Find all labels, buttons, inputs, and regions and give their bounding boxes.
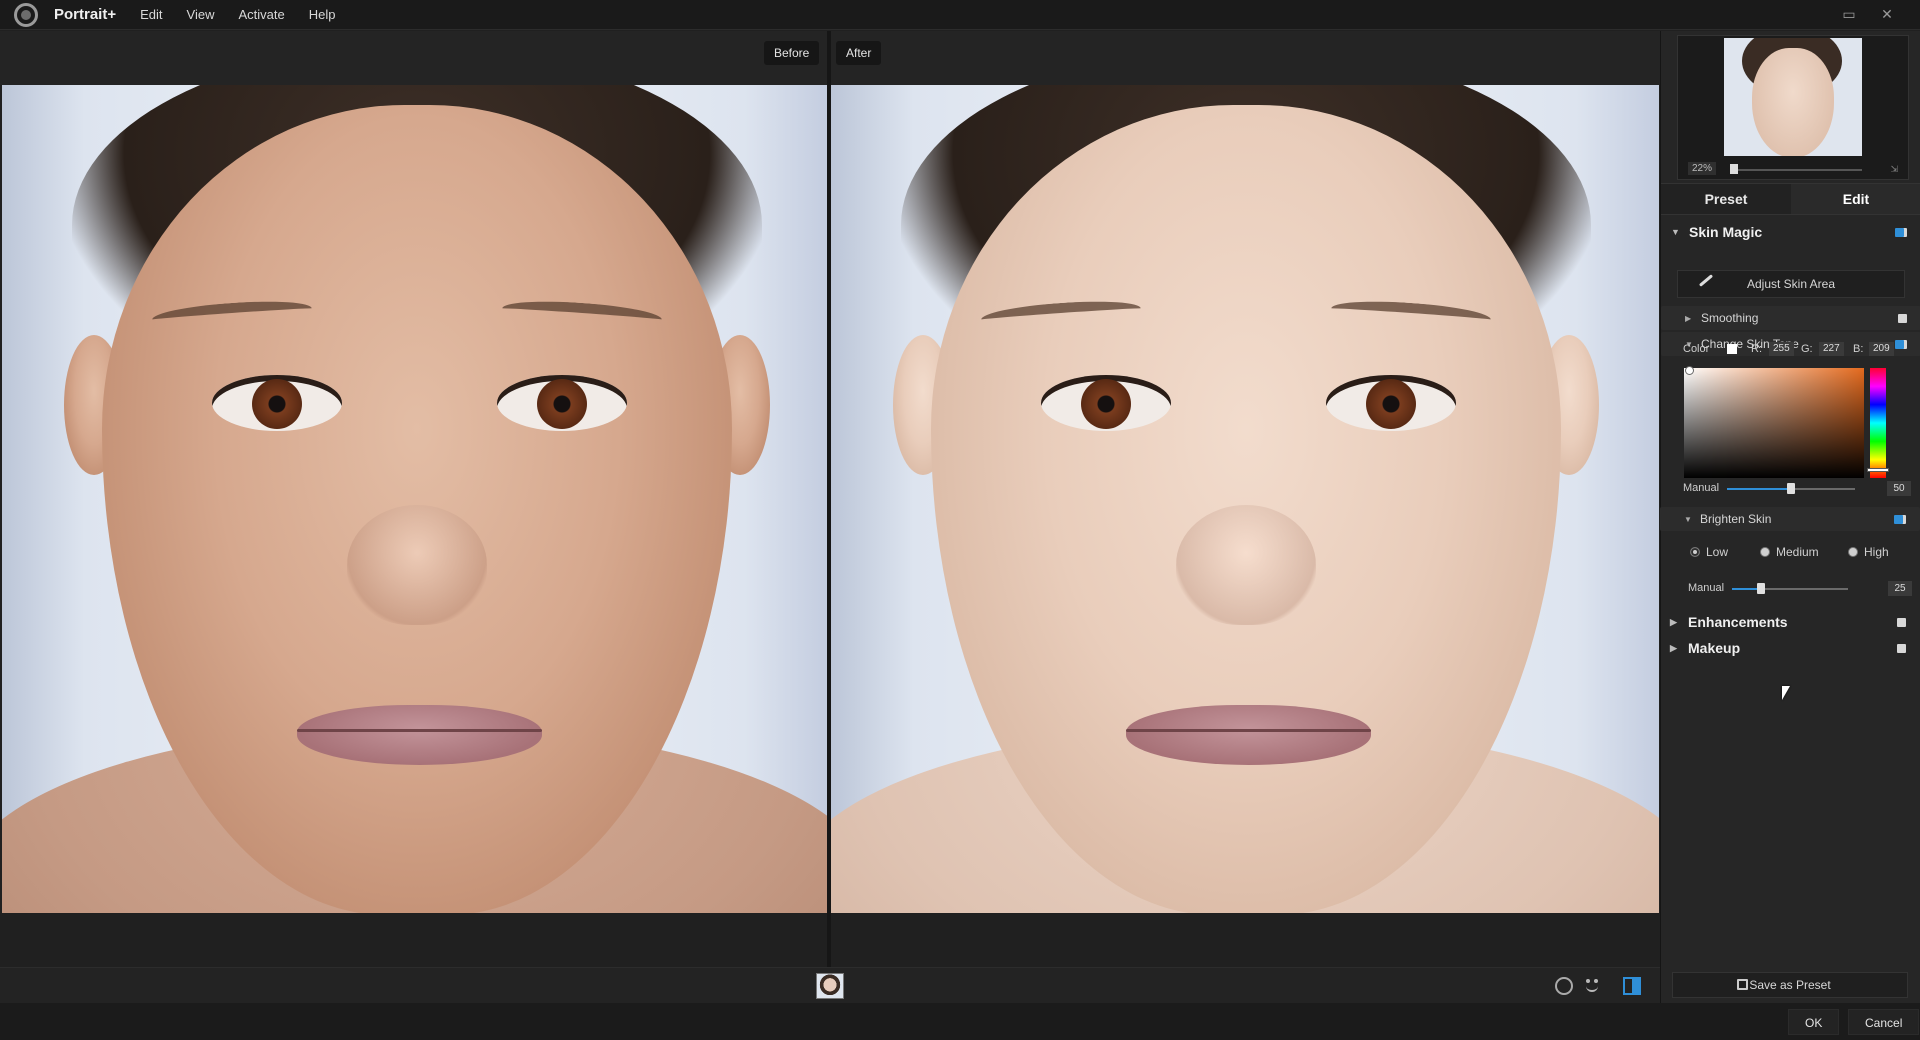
- manual-label: Manual: [1683, 482, 1720, 494]
- brighten-skin-label: Brighten Skin: [1700, 512, 1772, 526]
- hue-slider[interactable]: [1870, 368, 1886, 478]
- brighten-manual-slider[interactable]: Manual 25: [1688, 580, 1916, 598]
- panel-tabs: Preset Edit: [1661, 183, 1920, 215]
- after-image-pane[interactable]: [831, 85, 1659, 913]
- save-as-preset-label: Save as Preset: [1749, 978, 1831, 992]
- brighten-level-options: Low Medium High: [1690, 545, 1910, 563]
- save-icon: [1737, 979, 1748, 990]
- g-value-field[interactable]: 227: [1819, 342, 1844, 356]
- makeup-label: Makeup: [1688, 640, 1741, 656]
- close-icon[interactable]: ✕: [1878, 5, 1896, 23]
- menu-help[interactable]: Help: [309, 7, 336, 22]
- image-bottom-bar: [0, 967, 1660, 1003]
- navigator-thumbnail[interactable]: [1724, 38, 1862, 156]
- smoothing-label: Smoothing: [1701, 311, 1759, 325]
- slider-fill: [1727, 488, 1791, 490]
- navigator[interactable]: 22% ⇲: [1677, 35, 1909, 180]
- adjust-skin-area-button[interactable]: Adjust Skin Area: [1677, 270, 1905, 298]
- skin-tone-manual-slider[interactable]: Manual 50: [1683, 480, 1911, 498]
- section-makeup[interactable]: ▶ Makeup: [1660, 637, 1920, 659]
- app-title: Portrait+: [54, 6, 117, 23]
- after-portrait-photo: [831, 85, 1659, 913]
- hue-slider-knob[interactable]: [1867, 468, 1889, 472]
- zoom-slider-knob[interactable]: [1730, 164, 1738, 174]
- brighten-skin-toggle[interactable]: [1894, 515, 1903, 524]
- smoothing-toggle[interactable]: [1898, 314, 1907, 323]
- r-value-field[interactable]: 255: [1769, 342, 1794, 356]
- g-label: G:: [1801, 343, 1813, 355]
- tab-edit[interactable]: Edit: [1791, 184, 1920, 214]
- radio-medium[interactable]: Medium: [1760, 545, 1819, 559]
- portrait-plus-window: Portrait+ Edit View Activate Help ▭ ✕ Be…: [0, 0, 1920, 1040]
- after-button[interactable]: After: [836, 41, 882, 65]
- collapsed-triangle-icon: ▶: [1670, 616, 1677, 627]
- radio-high[interactable]: High: [1848, 545, 1889, 559]
- app-logo-icon: [14, 2, 38, 27]
- ok-button[interactable]: OK: [1788, 1009, 1840, 1035]
- before-image-pane[interactable]: [2, 85, 827, 913]
- skin-tone-color-picker[interactable]: [1684, 366, 1864, 478]
- picker-handle[interactable]: [1685, 366, 1694, 375]
- smile-face-icon[interactable]: [1583, 977, 1601, 995]
- menu-edit[interactable]: Edit: [140, 7, 162, 22]
- fit-icon[interactable]: ⇲: [1890, 164, 1898, 175]
- section-title: Skin Magic: [1689, 224, 1763, 240]
- save-as-preset-button[interactable]: Save as Preset: [1672, 972, 1908, 998]
- color-label: Color: [1683, 343, 1710, 355]
- radio-medium-label: Medium: [1776, 545, 1819, 559]
- subsection-brighten-skin[interactable]: ▼ Brighten Skin: [1660, 507, 1920, 531]
- radio-low-label: Low: [1706, 545, 1729, 559]
- before-portrait-photo: [2, 85, 827, 913]
- tab-preset[interactable]: Preset: [1661, 184, 1791, 214]
- image-thumbnail[interactable]: [816, 973, 844, 999]
- brighten-manual-label: Manual: [1688, 582, 1725, 594]
- enhancements-label: Enhancements: [1688, 614, 1788, 630]
- r-label: R:: [1751, 343, 1762, 355]
- b-value-field[interactable]: 209: [1869, 342, 1894, 356]
- radio-high-label: High: [1864, 545, 1889, 559]
- manual-value-field[interactable]: 50: [1887, 481, 1911, 496]
- skin-magic-toggle[interactable]: [1895, 228, 1904, 237]
- split-view-icon[interactable]: [1623, 977, 1641, 995]
- menu-bar: Portrait+ Edit View Activate Help ▭ ✕: [0, 0, 1920, 30]
- zoom-slider-track[interactable]: [1732, 169, 1862, 171]
- before-button[interactable]: Before: [764, 41, 820, 65]
- subsection-smoothing[interactable]: ▶ Smoothing: [1661, 306, 1920, 330]
- window-controls: ▭ ✕: [1840, 5, 1896, 23]
- color-swatch[interactable]: [1727, 344, 1737, 354]
- makeup-toggle[interactable]: [1897, 644, 1906, 653]
- adjust-skin-area-label: Adjust Skin Area: [1746, 277, 1836, 291]
- face-detect-icon[interactable]: [1555, 977, 1573, 995]
- cancel-button[interactable]: Cancel: [1848, 1009, 1920, 1035]
- slider-knob[interactable]: [1757, 583, 1765, 594]
- section-enhancements[interactable]: ▶ Enhancements: [1660, 611, 1920, 633]
- brush-icon: [1698, 274, 1714, 287]
- expanded-triangle-icon: ▼: [1684, 514, 1692, 524]
- mouse-cursor-icon: [1782, 686, 1790, 700]
- collapsed-triangle-icon: ▶: [1685, 313, 1692, 323]
- radio-low[interactable]: Low: [1690, 545, 1728, 559]
- zoom-level: 22%: [1688, 162, 1717, 175]
- section-skin-magic[interactable]: ▼ Skin Magic: [1661, 221, 1920, 243]
- maximize-icon[interactable]: ▭: [1840, 5, 1858, 23]
- collapsed-triangle-icon: ▶: [1670, 642, 1677, 653]
- b-label: B:: [1853, 343, 1864, 355]
- color-values-row: Color R: 255 G: 227 B: 209: [1683, 342, 1913, 358]
- menu-activate[interactable]: Activate: [238, 7, 284, 22]
- slider-knob[interactable]: [1787, 483, 1795, 494]
- enhancements-toggle[interactable]: [1897, 618, 1906, 627]
- dialog-footer: OK Cancel: [0, 1003, 1920, 1040]
- expanded-triangle-icon: ▼: [1671, 227, 1680, 237]
- brighten-manual-value-field[interactable]: 25: [1888, 581, 1912, 596]
- menu-view[interactable]: View: [187, 7, 215, 22]
